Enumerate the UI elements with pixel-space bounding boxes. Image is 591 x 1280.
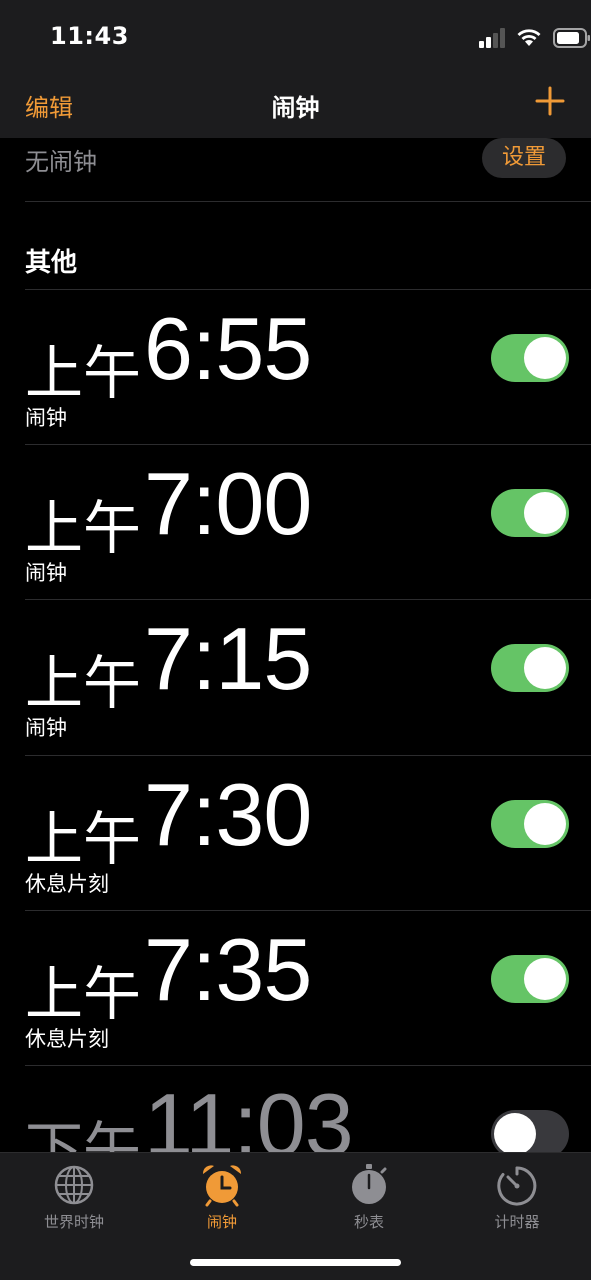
toggle-knob — [524, 647, 566, 689]
alarm-row[interactable]: 上午 6:55 闹钟 — [0, 290, 591, 445]
alarm-toggle[interactable] — [491, 1110, 569, 1158]
alarm-ampm: 上午 — [25, 339, 142, 407]
alarm-ampm: 上午 — [25, 805, 142, 873]
tab-stopwatch[interactable]: 秒表 — [309, 1163, 429, 1233]
alarm-toggle[interactable] — [491, 644, 569, 692]
tab-label: 闹钟 — [206, 1213, 237, 1231]
toggle-knob — [524, 492, 566, 534]
alarm-ampm: 上午 — [25, 960, 142, 1028]
no-alarm-label: 无闹钟 — [25, 148, 97, 176]
toggle-knob — [524, 803, 566, 845]
home-indicator[interactable] — [190, 1259, 401, 1266]
alarm-time: 7:30 — [144, 765, 312, 864]
setup-button[interactable]: 设置 — [482, 138, 566, 178]
alarm-label: 休息片刻 — [25, 872, 109, 896]
tab-label: 秒表 — [353, 1213, 384, 1231]
alarm-row[interactable]: 上午 7:30 休息片刻 — [0, 756, 591, 911]
battery-icon — [553, 28, 590, 48]
tab-label: 计时器 — [494, 1213, 540, 1231]
wifi-icon — [517, 29, 541, 46]
alarm-toggle[interactable] — [491, 955, 569, 1003]
alarm-time: 7:15 — [144, 609, 312, 708]
top-bar: 11:43 编辑 闹钟 — [0, 0, 591, 138]
bedtime-row: 无闹钟 设置 — [25, 138, 591, 202]
alarm-clock-icon — [202, 1165, 242, 1207]
alarm-ampm: 上午 — [25, 494, 142, 562]
alarm-time: 7:00 — [144, 454, 312, 553]
tab-timer[interactable]: 计时器 — [457, 1163, 577, 1233]
tab-world-clock[interactable]: 世界时钟 — [14, 1163, 134, 1233]
alarm-ampm: 上午 — [25, 649, 142, 717]
globe-icon — [54, 1165, 94, 1205]
status-time: 11:43 — [50, 22, 129, 50]
alarm-time: 7:35 — [144, 920, 312, 1019]
tab-alarm[interactable]: 闹钟 — [162, 1163, 282, 1233]
alarm-label: 闹钟 — [25, 406, 67, 430]
add-alarm-button[interactable] — [535, 86, 565, 116]
stopwatch-icon — [352, 1164, 387, 1204]
timer-icon — [497, 1166, 537, 1206]
alarm-row[interactable]: 上午 7:00 闹钟 — [0, 445, 591, 600]
toggle-knob — [524, 337, 566, 379]
alarm-label: 闹钟 — [25, 561, 67, 585]
alarm-toggle[interactable] — [491, 334, 569, 382]
toggle-knob — [524, 958, 566, 1000]
section-header-other: 其他 — [25, 248, 78, 278]
toggle-knob — [494, 1113, 536, 1155]
cellular-signal-icon — [479, 28, 505, 48]
alarm-row[interactable]: 上午 7:15 闹钟 — [0, 600, 591, 755]
alarm-row[interactable]: 上午 7:35 休息片刻 — [0, 911, 591, 1066]
page-title: 闹钟 — [271, 94, 320, 122]
alarm-label: 闹钟 — [25, 716, 67, 740]
tab-label: 世界时钟 — [43, 1213, 104, 1231]
alarm-label: 休息片刻 — [25, 1027, 109, 1051]
alarm-toggle[interactable] — [491, 489, 569, 537]
alarm-time: 6:55 — [144, 299, 312, 398]
alarm-toggle[interactable] — [491, 800, 569, 848]
